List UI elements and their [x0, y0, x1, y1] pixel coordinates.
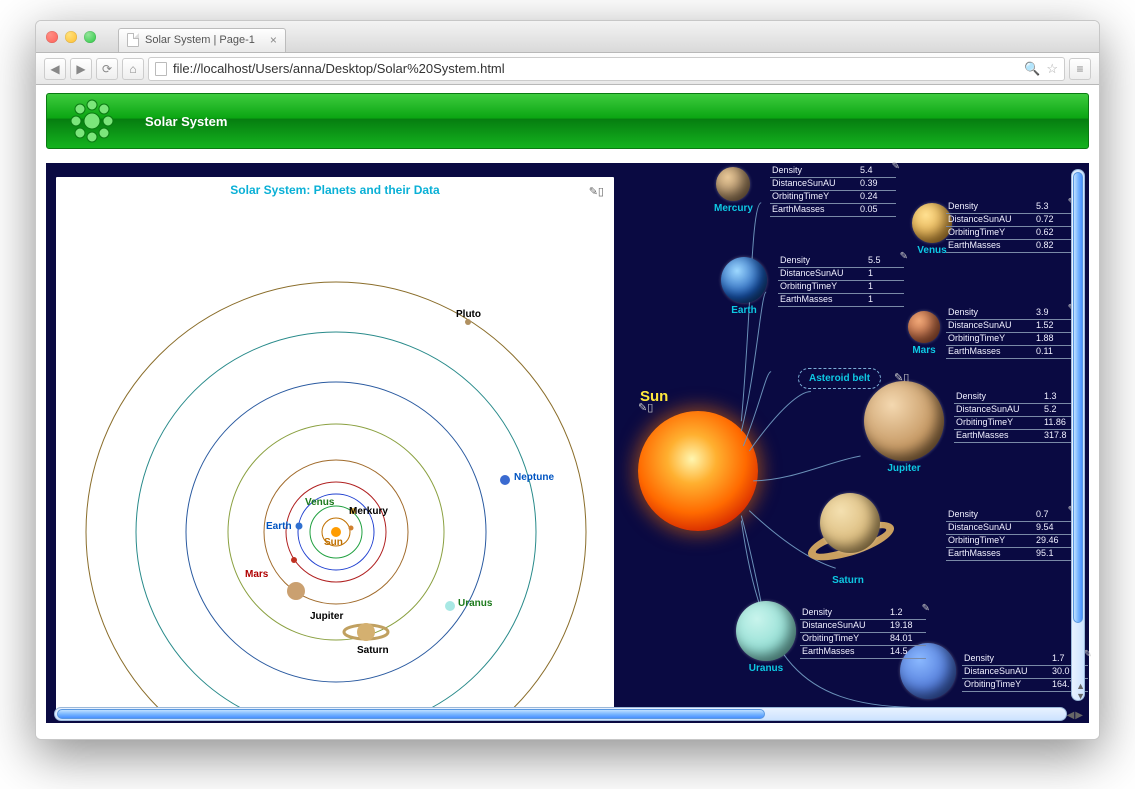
data-row: Density1.2 — [800, 607, 926, 620]
orbit-diagram: Solar System: Planets and their Data ✎▯ — [56, 177, 614, 711]
window-controls — [46, 31, 96, 43]
tab-title: Solar System | Page-1 — [145, 34, 255, 46]
planet-mars[interactable]: Mars — [908, 311, 940, 356]
sun-image — [638, 411, 758, 531]
scroll-down-icon[interactable]: ▼ — [1076, 691, 1085, 701]
data-row: EarthMasses95.1 — [946, 548, 1072, 561]
reload-button[interactable]: ⟳ — [96, 58, 118, 80]
data-row: Density5.5 — [778, 255, 904, 268]
data-row: OrbitingTimeY84.01 — [800, 633, 926, 646]
window-titlebar: Solar System | Page-1 × — [36, 21, 1099, 53]
data-row: EarthMasses0.05 — [770, 204, 896, 217]
vertical-scrollbar[interactable] — [1071, 169, 1085, 701]
forward-button[interactable]: ▶ — [70, 58, 92, 80]
close-window-button[interactable] — [46, 31, 58, 43]
planet-jupiter[interactable]: Jupiter — [864, 381, 944, 474]
data-row: Density1.7 — [962, 653, 1088, 666]
menu-button[interactable]: ≡ — [1069, 58, 1091, 80]
pin-icon[interactable]: ✎ — [892, 161, 900, 172]
home-button[interactable]: ⌂ — [122, 58, 144, 80]
note-icon[interactable]: ✎▯ — [638, 401, 653, 414]
pin-icon[interactable]: ✎ — [900, 251, 908, 262]
data-row: DistanceSunAU1.52 — [946, 320, 1072, 333]
scroll-right-icon[interactable]: ▶ — [1075, 710, 1083, 721]
address-bar[interactable]: file://localhost/Users/anna/Desktop/Sola… — [148, 57, 1065, 81]
data-row: DistanceSunAU30.0 — [962, 666, 1088, 679]
label-merkury: Merkury — [349, 506, 388, 517]
label-earth: Earth — [266, 521, 292, 532]
data-earth: ✎Density5.5DistanceSunAU1OrbitingTimeY1E… — [778, 255, 904, 307]
data-row: Density5.3 — [946, 201, 1072, 214]
zoom-icon[interactable]: 🔍 — [1024, 61, 1040, 77]
app-logo-icon — [53, 97, 131, 145]
scroll-up-icon[interactable]: ▲ — [1076, 681, 1085, 691]
page-icon — [127, 33, 139, 47]
label-saturn: Saturn — [357, 645, 389, 656]
data-row: EarthMasses317.8 — [954, 430, 1080, 443]
data-jupiter: ✎Density1.3DistanceSunAU5.2OrbitingTimeY… — [954, 391, 1080, 443]
data-row: Density1.3 — [954, 391, 1080, 404]
browser-toolbar: ◀ ▶ ⟳ ⌂ file://localhost/Users/anna/Desk… — [36, 53, 1099, 85]
data-mercury: ✎Density5.4DistanceSunAU0.39OrbitingTime… — [770, 165, 896, 217]
bookmark-star-icon[interactable]: ☆ — [1046, 61, 1058, 77]
label-venus: Venus — [305, 497, 334, 508]
data-row: DistanceSunAU0.39 — [770, 178, 896, 191]
data-row: Density3.9 — [946, 307, 1072, 320]
data-row: DistanceSunAU5.2 — [954, 404, 1080, 417]
data-row: OrbitingTimeY11.86 — [954, 417, 1080, 430]
url-text: file://localhost/Users/anna/Desktop/Sola… — [173, 61, 505, 76]
planet-saturn[interactable]: Saturn — [798, 479, 898, 586]
data-row: OrbitingTimeY0.62 — [946, 227, 1072, 240]
banner-title: Solar System — [145, 114, 227, 129]
data-row: OrbitingTimeY164.79 — [962, 679, 1088, 692]
close-tab-icon[interactable]: × — [270, 33, 277, 47]
data-saturn: ✎Density0.7DistanceSunAU9.54OrbitingTime… — [946, 509, 1072, 561]
zoom-window-button[interactable] — [84, 31, 96, 43]
data-row: EarthMasses0.82 — [946, 240, 1072, 253]
data-row: EarthMasses1 — [778, 294, 904, 307]
planet-uranus[interactable]: Uranus — [736, 601, 796, 674]
app-banner: Solar System — [46, 93, 1089, 149]
data-row: Density5.4 — [770, 165, 896, 178]
browser-window: Solar System | Page-1 × ◀ ▶ ⟳ ⌂ file://l… — [35, 20, 1100, 740]
data-row: Density0.7 — [946, 509, 1072, 522]
back-button[interactable]: ◀ — [44, 58, 66, 80]
diagram-canvas: Solar System: Planets and their Data ✎▯ — [46, 163, 1089, 723]
label-neptune: Neptune — [514, 472, 554, 483]
data-row: EarthMasses14.5 — [800, 646, 926, 659]
page-content: Solar System Solar System: Planets and t… — [36, 85, 1099, 739]
data-row: OrbitingTimeY29.46 — [946, 535, 1072, 548]
scrollbar-thumb[interactable] — [1073, 172, 1083, 623]
planet-mercury[interactable]: Mercury — [714, 167, 753, 214]
label-pluto: Pluto — [456, 309, 481, 320]
label-sun: Sun — [324, 537, 343, 548]
page-icon — [155, 62, 167, 76]
data-row: DistanceSunAU9.54 — [946, 522, 1072, 535]
data-row: EarthMasses0.11 — [946, 346, 1072, 359]
minimize-window-button[interactable] — [65, 31, 77, 43]
browser-tab[interactable]: Solar System | Page-1 × — [118, 28, 286, 52]
scroll-left-icon[interactable]: ◀ — [1067, 710, 1075, 721]
data-neptune: ✎Density1.7DistanceSunAU30.0OrbitingTime… — [962, 653, 1088, 692]
data-mars: ✎Density3.9DistanceSunAU1.52OrbitingTime… — [946, 307, 1072, 359]
horizontal-scrollbar[interactable] — [54, 707, 1067, 721]
data-row: DistanceSunAU0.72 — [946, 214, 1072, 227]
label-mars: Mars — [245, 569, 268, 580]
planet-earth[interactable]: Earth — [721, 257, 767, 316]
scrollbar-thumb[interactable] — [57, 709, 765, 719]
data-venus: ✎Density5.3DistanceSunAU0.72OrbitingTime… — [946, 201, 1072, 253]
data-row: OrbitingTimeY1 — [778, 281, 904, 294]
label-uranus: Uranus — [458, 598, 492, 609]
data-row: OrbitingTimeY1.88 — [946, 333, 1072, 346]
label-jupiter: Jupiter — [310, 611, 343, 622]
data-row: OrbitingTimeY0.24 — [770, 191, 896, 204]
data-row: DistanceSunAU1 — [778, 268, 904, 281]
data-uranus: ✎Density1.2DistanceSunAU19.18OrbitingTim… — [800, 607, 926, 659]
data-row: DistanceSunAU19.18 — [800, 620, 926, 633]
pin-icon[interactable]: ✎ — [922, 603, 930, 614]
